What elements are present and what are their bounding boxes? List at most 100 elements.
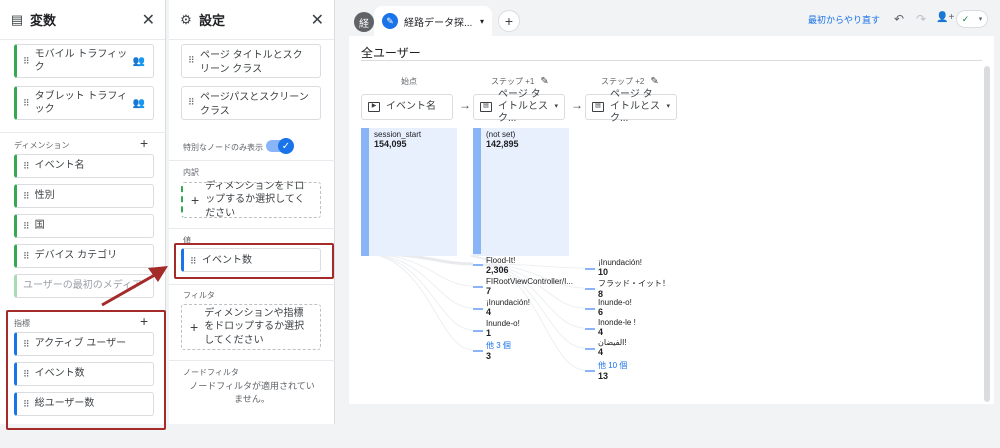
tab-home[interactable]: 経	[354, 12, 374, 32]
step1-node-selector[interactable]: ▤ ページ タイトルとスク... ▾	[473, 89, 565, 124]
close-icon[interactable]: ✕	[142, 10, 155, 30]
drag-handle-icon[interactable]: ⠿	[188, 96, 195, 108]
node-filter-note: ノードフィルタが適用されていません。	[189, 381, 315, 404]
step1-node[interactable]: Inunde-o! 1	[486, 319, 520, 338]
drag-handle-icon[interactable]: ⠿	[23, 161, 30, 172]
step1-node-bar[interactable]	[473, 308, 483, 310]
dimension-chip-event-name[interactable]: ⠿ イベント名	[14, 154, 154, 178]
node-name: ¡Inundación!	[598, 258, 643, 267]
divider	[0, 132, 166, 133]
dimension-label: 国	[34, 220, 45, 232]
start-node-selector[interactable]: ▶ イベント名	[361, 94, 453, 120]
add-dimension-icon[interactable]: +	[140, 135, 148, 151]
drag-handle-icon[interactable]: ⠿	[23, 221, 30, 232]
chevron-down-icon[interactable]: ▾	[480, 17, 484, 26]
step2-node-bar[interactable]	[585, 268, 595, 270]
breakdown-dropzone[interactable]: + ディメンションをドロップするか選択してください	[181, 181, 321, 219]
step1-node[interactable]: ¡Inundación! 4	[486, 298, 530, 317]
settings-segment-page-title[interactable]: ⠿ ページ タイトルとスクリーン クラス	[181, 44, 321, 78]
event-icon: ▶	[368, 102, 380, 112]
step-label-text: ステップ +2	[601, 77, 645, 86]
settings-title: 設定	[199, 13, 226, 28]
step2-node[interactable]: الفيضان! 4	[598, 338, 627, 357]
breakdown-label: 内訳	[183, 168, 199, 177]
drag-handle-icon[interactable]: ⠿	[23, 251, 30, 262]
plus-icon: +	[190, 318, 199, 335]
step2-node[interactable]: フラッド・イット！ 8	[598, 278, 670, 299]
segment-people-icon: 👥	[132, 55, 145, 67]
settings-segment-label: ページパスとスクリーン クラス	[200, 92, 309, 117]
node-name[interactable]: 他 3 個	[486, 341, 511, 350]
settings-segment-page-path[interactable]: ⠿ ページパスとスクリーン クラス	[181, 86, 321, 120]
add-tab-button[interactable]: +	[498, 10, 520, 32]
chevron-down-icon: ▾	[978, 16, 983, 23]
step2-node-selector[interactable]: ▤ ページ タイトルとスク... ▾	[585, 89, 677, 124]
settings-header: ⚙ 設定 ✕	[169, 0, 334, 40]
step1-node-bar[interactable]	[473, 350, 483, 352]
divider	[169, 228, 335, 229]
share-user-icon[interactable]: 👤+	[936, 12, 954, 23]
segment-chip-tablet[interactable]: ⠿ タブレット トラフィック 👥	[14, 86, 154, 120]
node-name: FIRootViewController/I...	[486, 277, 573, 286]
step1-node-bar[interactable]	[473, 330, 483, 332]
node-name: session_start	[374, 130, 422, 139]
arrow-right-icon: →	[459, 98, 471, 112]
step2-node-bar[interactable]	[585, 328, 595, 330]
node-value: 7	[486, 286, 492, 296]
redo-icon[interactable]: ↷	[916, 12, 926, 26]
drag-handle-icon[interactable]: ⠿	[23, 191, 30, 202]
special-nodes-toggle[interactable]: ✓	[266, 138, 294, 154]
node-value: 6	[598, 307, 604, 317]
filter-dropzone[interactable]: + ディメンションや指標をドロップするか選択してください	[181, 304, 321, 350]
node-value: 154,095	[374, 139, 407, 149]
segment-people-icon: 👥	[132, 97, 145, 109]
close-icon[interactable]: ✕	[311, 10, 324, 30]
plus-icon: +	[191, 191, 200, 208]
pencil-icon[interactable]: ✎	[650, 76, 658, 87]
dimension-chip-gender[interactable]: ⠿ 性別	[14, 184, 154, 208]
step1-node-bar[interactable]	[473, 264, 483, 266]
step2-node-bar[interactable]	[585, 288, 595, 290]
step1-more-node[interactable]: 他 3 個 3	[486, 340, 511, 361]
segment-chip-mobile[interactable]: ⠿ モバイル トラフィック 👥	[14, 44, 154, 78]
step2-more-node[interactable]: 他 10 個 13	[598, 360, 627, 381]
step-label-text: 始点	[401, 77, 417, 86]
start-node-bar[interactable]	[361, 128, 369, 256]
segment-label: モバイル トラフィック	[34, 48, 128, 74]
drag-handle-icon[interactable]: ⠿	[23, 56, 30, 67]
node-value: 4	[598, 327, 604, 337]
tab-path-exploration[interactable]: ✎ 経路データ探... ▾	[374, 6, 492, 36]
settings-segment-label: ページ タイトルとスクリーン クラス	[200, 50, 303, 75]
node-name: Inunde-o!	[486, 319, 520, 328]
node-name: フラッド・イット！	[598, 279, 670, 288]
step1-node[interactable]: Flood-It! 2,306	[486, 256, 515, 275]
node-value: 4	[598, 347, 604, 357]
dimension-chip-country[interactable]: ⠿ 国	[14, 214, 154, 238]
undo-icon[interactable]: ↶	[894, 12, 904, 26]
step2-node[interactable]: Inonde-le ! 4	[598, 318, 636, 337]
dimension-chip-first-medium[interactable]: ユーザーの最初のメディア	[14, 274, 154, 298]
step2-node[interactable]: ¡Inundación! 10	[598, 258, 642, 277]
dimension-chip-device-category[interactable]: ⠿ デバイス カテゴリ	[14, 244, 154, 268]
step1-node-bar[interactable]	[473, 286, 483, 288]
step1-main-bar[interactable]	[473, 128, 481, 254]
status-dropdown[interactable]: ✓ ▾	[956, 10, 988, 28]
step1-node[interactable]: FIRootViewController/I... 7	[486, 277, 573, 296]
check-circle-icon: ✓	[961, 13, 970, 24]
drag-handle-icon[interactable]: ⠿	[23, 98, 30, 109]
node-name[interactable]: 他 10 個	[598, 361, 627, 370]
divider	[169, 284, 335, 285]
path-icon: ✎	[382, 13, 398, 29]
node-value: 1	[486, 328, 492, 338]
reset-button[interactable]: 最初からやり直す	[808, 13, 880, 26]
step2-node[interactable]: Inunde-o! 6	[598, 298, 632, 317]
pencil-icon[interactable]: ✎	[540, 76, 548, 87]
node-selector-label: ページ タイトルとスク...	[498, 89, 548, 124]
step2-node-bar[interactable]	[585, 348, 595, 350]
step2-node-bar[interactable]	[585, 308, 595, 310]
arrow-right-icon: →	[571, 98, 583, 112]
node-value: 3	[486, 351, 492, 361]
drag-handle-icon[interactable]: ⠿	[188, 54, 195, 66]
step1-main-label: (not set) 142,895	[486, 130, 519, 149]
step2-node-bar[interactable]	[585, 370, 595, 372]
